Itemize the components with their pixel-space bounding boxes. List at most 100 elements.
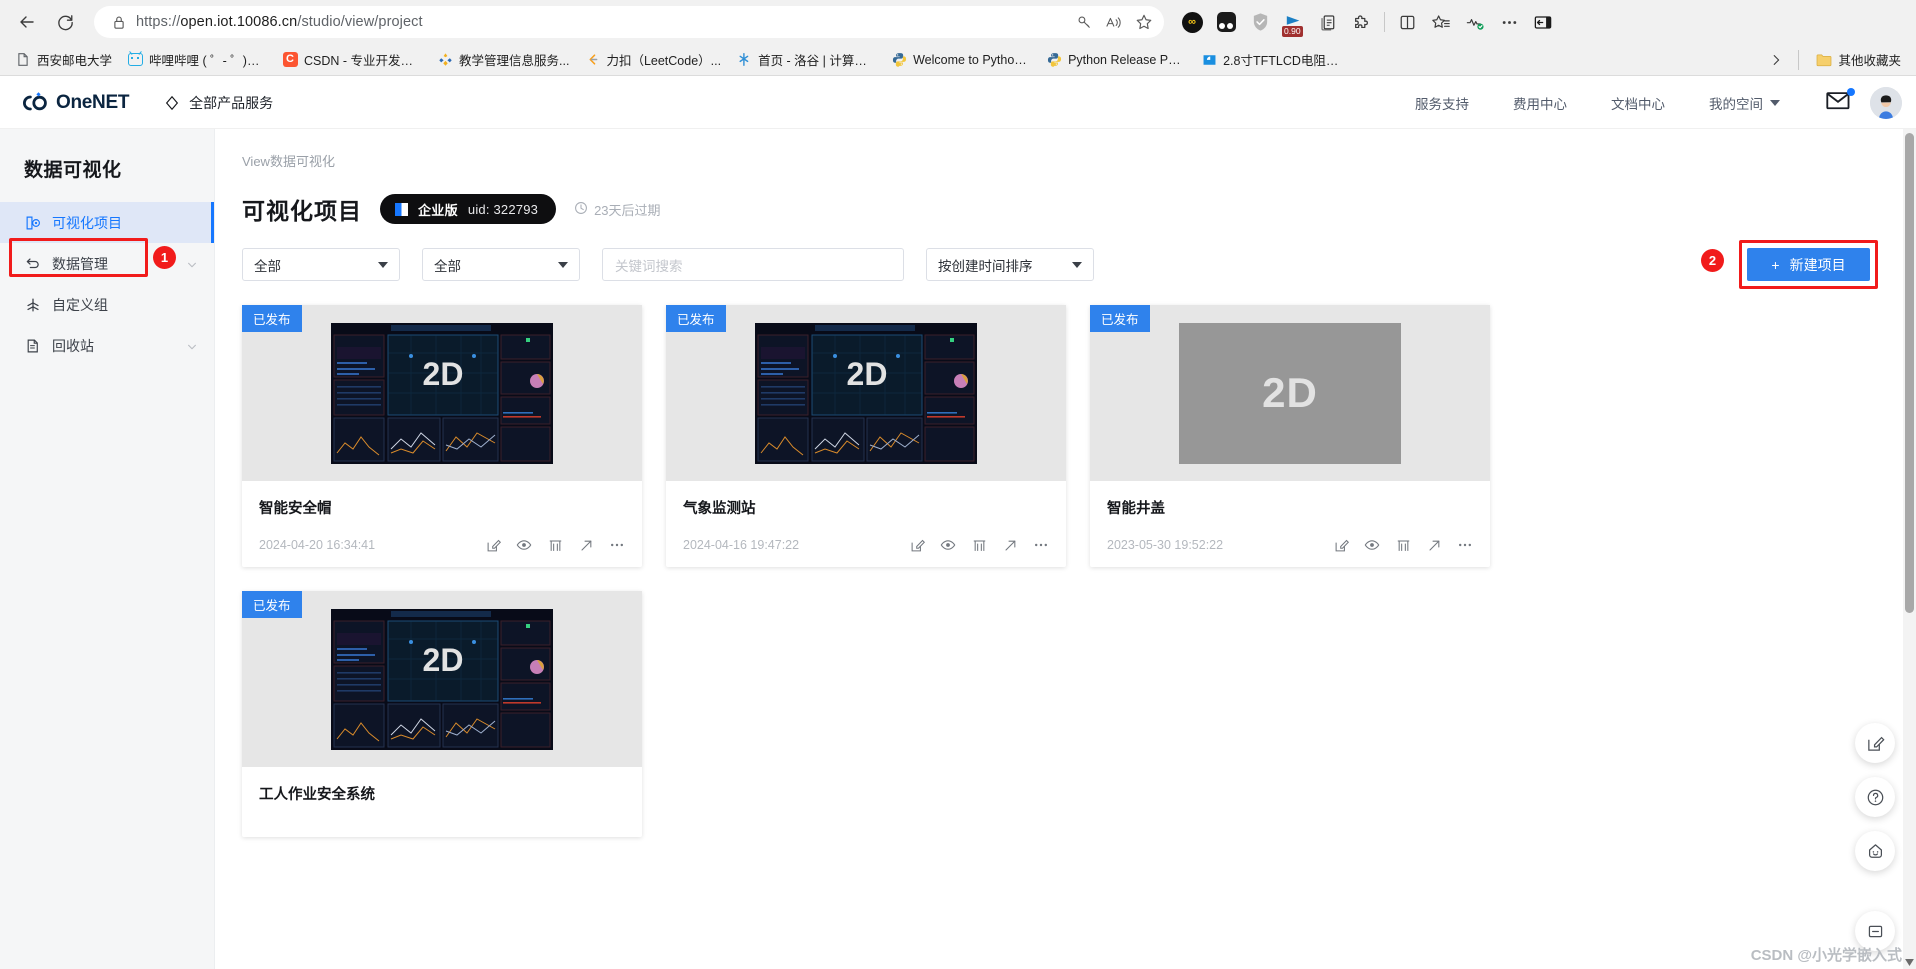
other-bookmarks-label: 其他收藏夹 — [1838, 54, 1901, 68]
mail-button[interactable] — [1802, 87, 1866, 115]
card-thumbnail[interactable]: 已发布 2D — [242, 591, 642, 767]
bookmark-item[interactable]: C CSDN - 专业开发者... — [275, 47, 429, 72]
bookmark-item[interactable]: 力扣（LeetCode）... — [577, 47, 728, 72]
all-products-link[interactable]: 全部产品服务 — [163, 93, 273, 113]
more-icon[interactable] — [609, 537, 625, 553]
reload-icon[interactable] — [48, 5, 82, 39]
sort-select[interactable]: 按创建时间排序 — [926, 248, 1094, 281]
publish-icon[interactable] — [1395, 537, 1411, 553]
all-products-label: 全部产品服务 — [189, 94, 274, 111]
lock-icon — [108, 15, 130, 30]
sidebar-item-label: 可视化项目 — [52, 214, 122, 231]
back-arrow-icon[interactable] — [10, 5, 44, 39]
favorite-star-icon[interactable] — [1130, 8, 1158, 36]
browser-toolbar: https://open.iot.10086.cn/studio/view/pr… — [0, 0, 1916, 44]
sidebar-item-visual-project[interactable]: 可视化项目 — [0, 202, 214, 243]
more-icon[interactable] — [1033, 537, 1049, 553]
bookmark-item[interactable]: 教学管理信息服务... — [430, 47, 576, 72]
project-card[interactable]: 已发布 — [242, 305, 642, 567]
onenet-logo[interactable]: OneNET — [18, 91, 129, 115]
address-bar[interactable]: https://open.iot.10086.cn/studio/view/pr… — [94, 6, 1164, 38]
share-icon[interactable] — [1002, 537, 1018, 553]
edit-icon[interactable] — [485, 537, 501, 553]
read-aloud-icon[interactable] — [1100, 8, 1128, 36]
url-path: /studio/view/project — [297, 14, 423, 30]
assistant-icon[interactable] — [1855, 831, 1895, 871]
more-icon[interactable] — [1457, 537, 1473, 553]
card-thumbnail[interactable]: 已发布 2D — [666, 305, 1066, 481]
feedback-icon[interactable] — [1855, 723, 1895, 763]
share-icon[interactable] — [1426, 537, 1442, 553]
bookmark-label: CSDN - 专业开发者... — [304, 54, 423, 68]
scrollbar-thumb[interactable] — [1905, 133, 1914, 613]
card-title: 智能井盖 — [1107, 501, 1165, 517]
extension-dark-icon[interactable] — [1210, 6, 1242, 38]
bookmark-item[interactable]: 首页 - 洛谷 | 计算机... — [729, 47, 883, 72]
bookmark-item[interactable]: Welcome to Python... — [884, 49, 1038, 71]
preview-icon[interactable] — [516, 537, 532, 553]
collections-icon[interactable] — [1312, 6, 1344, 38]
browser-essentials-icon[interactable] — [1459, 6, 1491, 38]
card-thumbnail[interactable]: 已发布 2D — [242, 305, 642, 481]
card-meta: 2024-04-16 19:47:22 — [683, 537, 1049, 553]
new-project-button[interactable]: + 新建项目 — [1747, 248, 1870, 281]
card-thumbnail[interactable]: 已发布 2D — [1090, 305, 1490, 481]
browser-window: https://open.iot.10086.cn/studio/view/pr… — [0, 0, 1916, 969]
edition-name: 企业版 — [418, 202, 458, 218]
sidebar-toggle-icon[interactable] — [1527, 6, 1559, 38]
annotation-badge-2: 2 — [1701, 249, 1724, 272]
bookmark-label: 哔哩哔哩 ( ゜- ゜)つ... — [149, 54, 268, 68]
vertical-scrollbar[interactable] — [1903, 129, 1916, 969]
sidebar-item-data-management[interactable]: 数据管理 — [0, 243, 214, 284]
preview-icon[interactable] — [940, 537, 956, 553]
help-icon[interactable] — [1855, 777, 1895, 817]
publish-icon[interactable] — [971, 537, 987, 553]
thumb-label: 2D — [1262, 369, 1318, 416]
filter-select-1[interactable]: 全部 — [242, 248, 400, 281]
shield-check-icon[interactable] — [1244, 6, 1276, 38]
project-card[interactable]: 已发布 — [666, 305, 1066, 567]
annotation-badge-1: 1 — [153, 246, 176, 269]
add-favorite-icon[interactable] — [1425, 6, 1457, 38]
header-link-docs[interactable]: 文档中心 — [1589, 93, 1687, 113]
sidebar-item-custom-group[interactable]: 自定义组 — [0, 284, 214, 325]
project-card[interactable]: 已发布 2D 智能井盖 2023-05-30 19:52:22 — [1090, 305, 1490, 567]
toolbar-divider — [1384, 12, 1385, 32]
key-icon[interactable] — [1070, 8, 1098, 36]
sidebar-item-recycle-bin[interactable]: 回收站 — [0, 325, 214, 366]
share-icon[interactable] — [578, 537, 594, 553]
other-bookmarks-folder[interactable]: 其他收藏夹 — [1809, 47, 1908, 72]
sidebar-item-label: 自定义组 — [52, 296, 108, 313]
bookmark-item[interactable]: 2.8寸TFTLCD电阻触... — [1194, 47, 1348, 72]
bookmark-divider — [1798, 49, 1800, 70]
header-my-space-dropdown[interactable]: 我的空间 — [1687, 93, 1802, 113]
search-input[interactable]: 关键词搜索 — [602, 248, 904, 281]
avatar[interactable] — [1870, 86, 1902, 119]
new-project-label: 新建项目 — [1789, 256, 1846, 273]
header-link-support[interactable]: 服务支持 — [1393, 93, 1491, 113]
extensions-puzzle-icon[interactable] — [1346, 6, 1378, 38]
page-title-row: 可视化项目 企业版 uid: 322793 23天后过期 — [215, 170, 1916, 226]
infinity-extension-icon[interactable]: ∞ — [1176, 6, 1208, 38]
diamond-icon — [163, 94, 180, 111]
chevron-right-icon[interactable] — [1764, 48, 1788, 72]
edit-icon[interactable] — [1333, 537, 1349, 553]
header-link-billing[interactable]: 费用中心 — [1491, 93, 1589, 113]
python-icon — [1046, 52, 1062, 68]
split-screen-icon[interactable] — [1391, 6, 1423, 38]
edit-icon[interactable] — [909, 537, 925, 553]
preview-icon[interactable] — [1364, 537, 1380, 553]
publish-icon[interactable] — [547, 537, 563, 553]
chevron-down-icon — [1770, 99, 1780, 106]
flag-translate-icon[interactable]: 0.90 — [1278, 6, 1310, 38]
settings-more-icon[interactable] — [1493, 6, 1525, 38]
bookmark-item[interactable]: 西安邮电大学 — [8, 47, 119, 72]
project-card[interactable]: 已发布 — [242, 591, 642, 837]
filter-select-2[interactable]: 全部 — [422, 248, 580, 281]
bookmark-item[interactable]: 哔哩哔哩 ( ゜- ゜)つ... — [120, 47, 274, 72]
scroll-down-icon[interactable] — [1903, 955, 1916, 969]
bookmark-item[interactable]: Python Release Pyt... — [1039, 49, 1193, 71]
bookmarks-bar: 西安邮电大学 哔哩哔哩 ( ゜- ゜)つ... C CSDN - 专业开发者..… — [0, 44, 1916, 76]
dashboard-preview: 2D — [755, 322, 977, 464]
custom-group-icon — [24, 296, 41, 313]
